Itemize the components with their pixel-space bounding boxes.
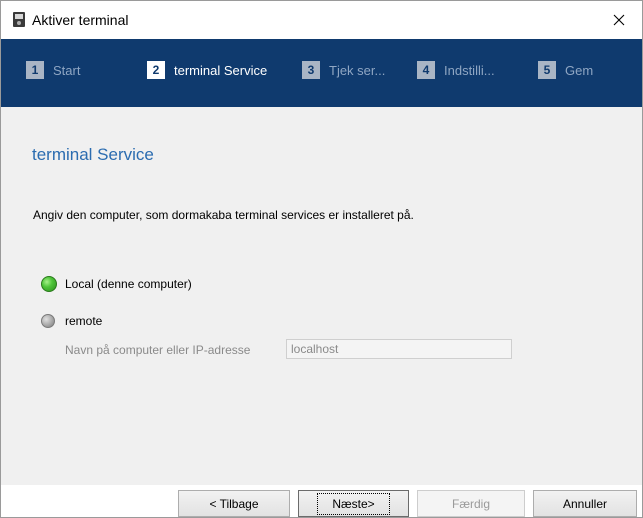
step-label: terminal Service	[174, 62, 268, 78]
step-tjek-service: 3 Tjek ser...	[302, 59, 385, 81]
host-input[interactable]	[286, 339, 512, 359]
radio-remote[interactable]	[41, 314, 55, 328]
radio-remote-label[interactable]: remote	[65, 314, 102, 328]
back-button[interactable]: < Tilbage	[178, 490, 290, 517]
instruction-text: Angiv den computer, som dormakaba termin…	[33, 208, 414, 222]
step-gem: 5 Gem	[538, 59, 593, 81]
cancel-button[interactable]: Annuller	[533, 490, 637, 517]
radio-local[interactable]	[41, 276, 57, 292]
step-number: 5	[538, 61, 556, 79]
step-label: Gem	[565, 62, 594, 78]
host-field-label: Navn på computer eller IP-adresse	[65, 343, 251, 357]
next-button[interactable]: Næste>	[298, 490, 409, 517]
window-title: Aktiver terminal	[32, 12, 129, 28]
step-number: 3	[302, 61, 320, 79]
title-bar: Aktiver terminal	[1, 1, 642, 39]
step-label: Tjek ser...	[329, 62, 386, 78]
dialog-window: Aktiver terminal 1 Start 2 terminal Serv…	[0, 0, 643, 518]
footer-bar: < Tilbage Næste> Færdig Annuller	[1, 485, 642, 517]
step-terminal-service: 2 terminal Service	[147, 59, 267, 81]
radio-local-label[interactable]: Local (denne computer)	[65, 277, 192, 291]
step-number: 4	[417, 61, 435, 79]
step-indstillinger: 4 Indstilli...	[417, 59, 495, 81]
step-start: 1 Start	[26, 59, 80, 81]
close-button[interactable]	[596, 1, 642, 39]
finish-button[interactable]: Færdig	[417, 490, 525, 517]
step-label: Indstilli...	[444, 62, 495, 78]
step-number: 2	[147, 61, 165, 79]
wizard-steps: 1 Start 2 terminal Service 3 Tjek ser...…	[1, 39, 642, 107]
app-icon	[13, 12, 25, 27]
next-button-label: Næste>	[317, 492, 390, 515]
section-title: terminal Service	[32, 145, 154, 164]
step-label: Start	[53, 62, 81, 78]
step-number: 1	[26, 61, 44, 79]
content-panel: terminal Service Angiv den computer, som…	[1, 107, 642, 485]
close-icon	[613, 14, 625, 26]
